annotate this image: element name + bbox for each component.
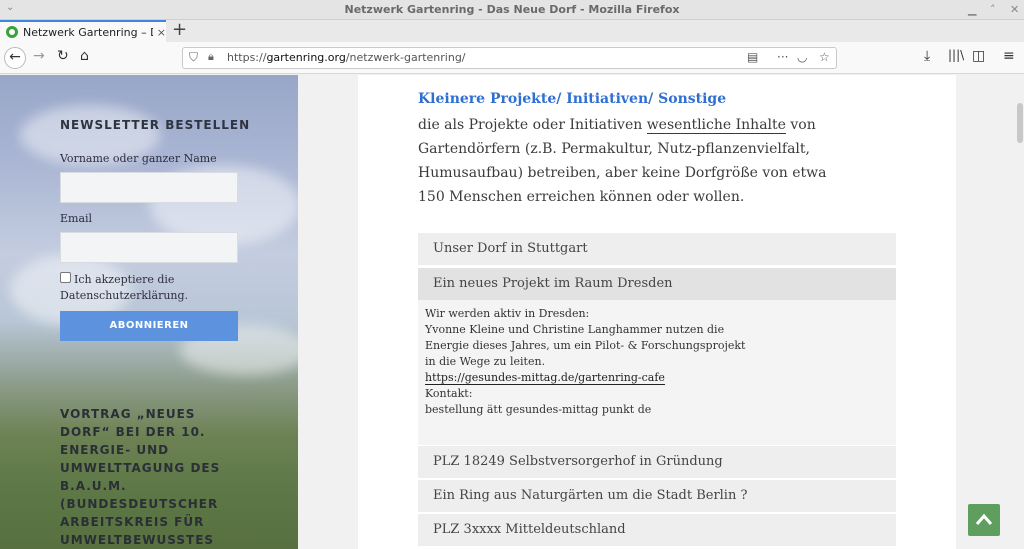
accordion-item-berlin[interactable]: Ein Ring aus Naturgärten um die Stadt Be… <box>418 480 896 512</box>
minimize-icon[interactable]: ▁ <box>968 3 976 16</box>
tracking-shield-icon[interactable]: ⛉ <box>189 50 198 65</box>
gartenring-cafe-link[interactable]: https://gesundes-mittag.de/gartenring-ca… <box>425 371 665 385</box>
sidebar-toggle-icon[interactable]: ◫ <box>972 48 985 64</box>
scrollbar-thumb[interactable] <box>1017 103 1023 143</box>
sidebar: NEWSLETTER BESTELLEN Vorname oder ganzer… <box>0 75 298 549</box>
new-tab-button[interactable]: + <box>172 20 187 40</box>
reader-view-icon[interactable]: ▤ <box>747 50 758 64</box>
tab-gartenring[interactable]: Netzwerk Gartenring – Das Neue Dorf × <box>0 20 166 42</box>
hamburger-menu-icon[interactable]: ≡ <box>1003 48 1015 64</box>
accordion-panel-dresden: Wir werden aktiv in Dresden: Yvonne Klei… <box>418 300 896 445</box>
maximize-icon[interactable]: ˄ <box>990 3 996 16</box>
email-input[interactable] <box>60 232 238 263</box>
address-bar[interactable]: ⛉ 🔒︎ https://gartenring.org/netzwerk-gar… <box>182 47 837 69</box>
close-window-icon[interactable]: ✕ <box>1010 3 1019 16</box>
chevron-up-icon <box>975 513 993 525</box>
window-title: Netzwerk Gartenring - Das Neue Dorf - Mo… <box>344 3 680 16</box>
subscribe-button[interactable]: ABONNIEREN <box>60 311 238 341</box>
tab-close-icon[interactable]: × <box>157 26 166 39</box>
pocket-icon[interactable]: ◡ <box>797 50 807 64</box>
lock-icon[interactable]: 🔒︎ <box>208 50 214 64</box>
page-scrollbar[interactable] <box>1016 75 1024 549</box>
page-actions-icon[interactable]: ··· <box>777 50 788 64</box>
accordion-item-mitteldeutschland[interactable]: PLZ 3xxxx Mitteldeutschland <box>418 514 896 546</box>
newsletter-title: NEWSLETTER BESTELLEN <box>60 118 251 132</box>
page-viewport: NEWSLETTER BESTELLEN Vorname oder ganzer… <box>0 75 1016 549</box>
back-button[interactable]: ← <box>4 47 26 69</box>
forward-button[interactable]: → <box>33 48 45 64</box>
accordion-item-18249[interactable]: PLZ 18249 Selbstversorgerhof in Gründung <box>418 446 896 478</box>
navigation-bar: ← → ↻ ⌂ ⛉ 🔒︎ https://gartenring.org/netz… <box>0 42 1024 74</box>
tab-label: Netzwerk Gartenring – Das Neue Dorf <box>22 25 153 39</box>
name-input[interactable] <box>60 172 238 203</box>
intro-link[interactable]: wesentliche Inhalte <box>646 117 786 134</box>
downloads-icon[interactable]: ⤓ <box>924 48 930 64</box>
main-content: Kleinere Projekte/ Initiativen/ Sonstige… <box>358 75 956 549</box>
accordion-item-stuttgart[interactable]: Unser Dorf in Stuttgart <box>418 233 896 265</box>
tab-strip: Netzwerk Gartenring – Das Neue Dorf × + <box>0 20 1024 42</box>
window-titlebar: ⌄ Netzwerk Gartenring - Das Neue Dorf - … <box>0 0 1024 20</box>
consent-label: Ich akzeptiere die Datenschutzerklärung. <box>60 273 189 302</box>
bookmark-star-icon[interactable]: ☆ <box>819 50 830 64</box>
section-heading: Kleinere Projekte/ Initiativen/ Sonstige <box>418 91 727 107</box>
email-label: Email <box>60 212 93 225</box>
intro-paragraph: die als Projekte oder Initiativen wesent… <box>418 117 827 205</box>
reload-button[interactable]: ↻ <box>57 48 69 64</box>
library-icon[interactable]: |||\ <box>948 48 964 62</box>
name-label: Vorname oder ganzer Name <box>60 152 217 165</box>
scroll-to-top-button[interactable] <box>968 504 1000 536</box>
url-text[interactable]: https://gartenring.org/netzwerk-gartenri… <box>227 51 466 64</box>
favicon-icon <box>6 26 18 38</box>
home-button[interactable]: ⌂ <box>80 48 89 64</box>
accordion-item-dresden[interactable]: Ein neues Projekt im Raum Dresden <box>418 268 896 300</box>
vortrag-title: VORTRAG „NEUES DORF“ BEI DER 10. ENERGIE… <box>60 407 221 547</box>
